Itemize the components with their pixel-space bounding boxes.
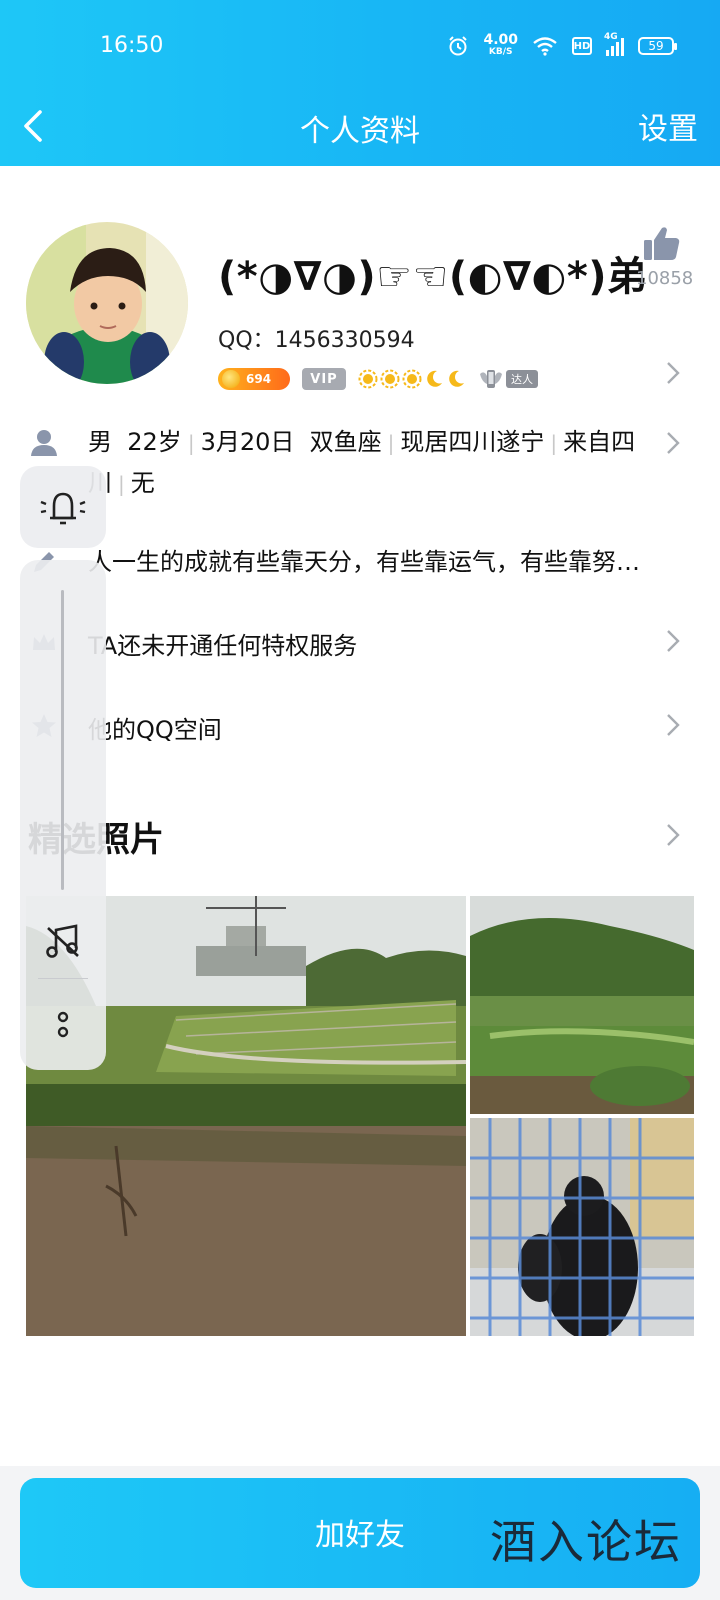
qq-label: QQ： (218, 328, 275, 353)
level-badge: 694 (218, 368, 290, 390)
wifi-icon (533, 37, 557, 56)
header: 16:50 4.00 KB/S HD 4G 59 个人资料 设置 (0, 0, 720, 166)
speed-unit: KB/S (488, 47, 513, 57)
status-bar: 16:50 4.00 KB/S HD 4G 59 (0, 0, 720, 96)
floating-bell-button[interactable] (20, 466, 106, 548)
avatar[interactable] (26, 222, 188, 384)
qq-level-icons (358, 369, 466, 389)
network-speed: 4.00 KB/S (483, 32, 518, 58)
signal-icon: 4G (604, 32, 624, 56)
music-off-icon[interactable] (44, 922, 82, 960)
chevron-right-icon[interactable] (664, 360, 682, 386)
daren-label: 达人 (506, 370, 538, 388)
zodiac: 双鱼座 (309, 428, 382, 456)
chevron-right-icon[interactable] (664, 430, 682, 456)
age: 22岁 (127, 428, 182, 456)
chevron-right-icon[interactable] (664, 712, 682, 738)
settings-button[interactable]: 设置 (638, 104, 698, 148)
thumbs-up-icon[interactable] (642, 224, 682, 264)
photo-bear[interactable] (470, 1118, 694, 1336)
volume-slider[interactable] (61, 590, 64, 890)
more-dots-icon[interactable] (54, 1010, 72, 1040)
battery-icon: 59 (638, 37, 677, 55)
badges-row[interactable]: 694 VIP 达人 (218, 366, 538, 392)
alarm-icon (449, 36, 468, 56)
sun-icon (358, 369, 378, 389)
chevron-right-icon[interactable] (664, 822, 682, 848)
status-icons: 4.00 KB/S HD 4G 59 (447, 32, 677, 58)
birthday: 3月20日 (200, 428, 295, 456)
hd-icon: HD (572, 37, 592, 55)
gender: 男 (88, 428, 112, 456)
floating-panel (20, 560, 106, 1070)
qq-number-row: QQ：1456330594 (218, 322, 415, 354)
phone-wing-icon (480, 370, 502, 388)
sun-icon (402, 369, 422, 389)
qzone-row[interactable]: 他的QQ空间 (88, 710, 222, 745)
status-time: 16:50 (100, 33, 164, 58)
chevron-right-icon[interactable] (664, 628, 682, 654)
nav-bar: 个人资料 设置 (0, 96, 720, 166)
extra-info: 无 (130, 469, 155, 497)
privilege-row[interactable]: TA还未开通任何特权服务 (88, 626, 357, 661)
location: 现居四川遂宁 (400, 428, 545, 456)
photo-hills[interactable] (470, 896, 694, 1114)
daren-badge: 达人 (478, 366, 538, 392)
watermark: 酒入论坛 (490, 1515, 682, 1569)
level-value: 694 (246, 372, 272, 386)
qq-number: 1456330594 (274, 328, 415, 353)
bell-icon (40, 492, 86, 525)
signature[interactable]: 人一生的成就有些靠天分，有些靠运气，有些靠努… (88, 542, 640, 577)
network-type: 4G (604, 32, 618, 42)
page-title: 个人资料 (300, 114, 420, 149)
more-options-divider (38, 978, 88, 979)
person-icon (31, 430, 57, 456)
moon-icon (449, 370, 464, 387)
vip-badge: VIP (302, 368, 346, 390)
nickname: (*◑∇◑)☞☜(◐∇◐*)弟 (218, 254, 648, 300)
speed-value: 4.00 (483, 32, 518, 48)
sun-icon (380, 369, 400, 389)
basic-info[interactable]: 男 22岁|3月20日 双鱼座|现居四川遂宁|来自四川|无 (88, 422, 658, 504)
moon-icon (427, 370, 442, 387)
coin-icon (222, 370, 240, 388)
like-count: 10858 (636, 268, 694, 289)
